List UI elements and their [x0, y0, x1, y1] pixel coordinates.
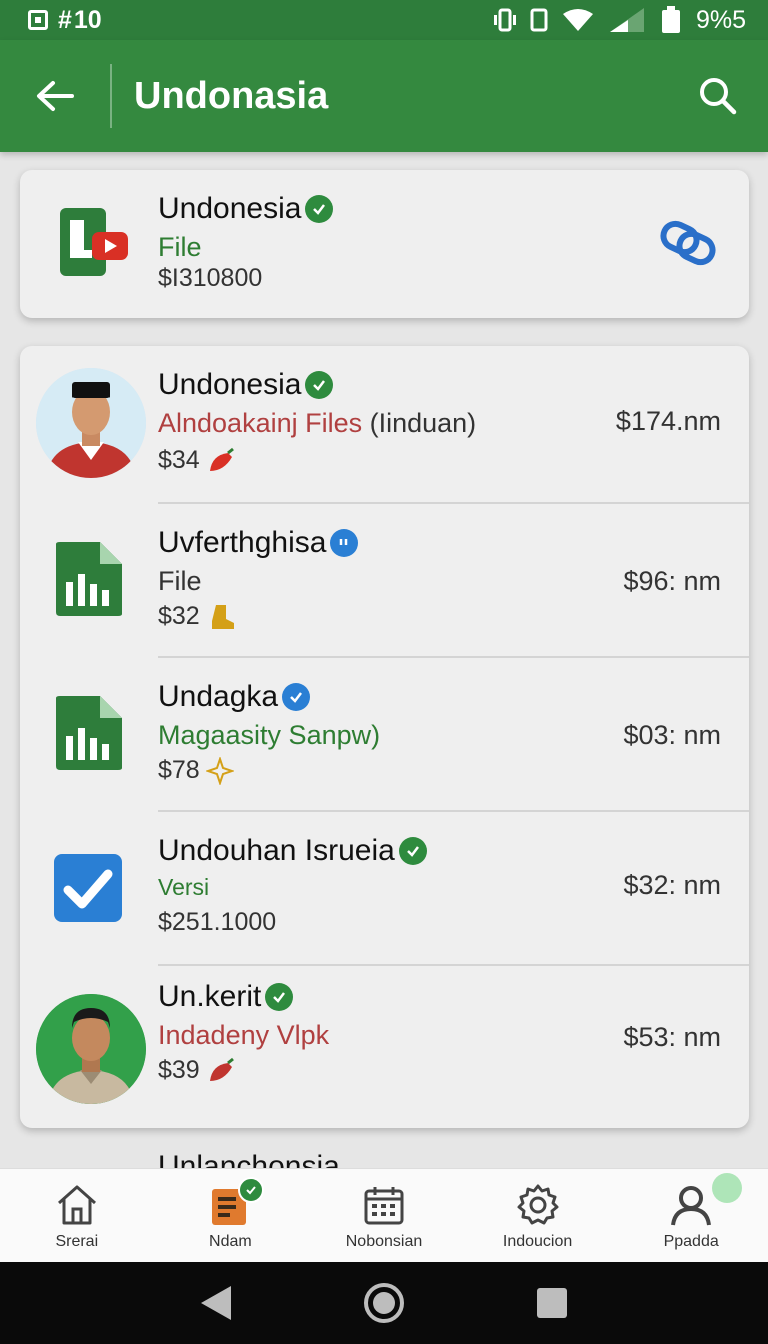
status-hash: # — [58, 5, 72, 34]
item-subtitle: Alndoakainj Files (Iinduan) — [158, 408, 477, 438]
nav-label: Nobonsian — [345, 1233, 423, 1250]
check-badge-icon — [237, 1177, 264, 1203]
gear-icon — [517, 1184, 559, 1225]
item-time: $03: nm — [623, 720, 721, 750]
item-price: $39 — [158, 1056, 236, 1085]
avatar — [36, 368, 146, 478]
phone-icon — [530, 8, 548, 32]
nav-label: Indoucion — [502, 1233, 573, 1250]
checkbox-icon — [52, 852, 124, 924]
list-item[interactable]: Undonesia Alndoakainj Files (Iinduan) $3… — [20, 346, 749, 504]
verified-icon — [282, 683, 311, 711]
verified-icon — [330, 529, 359, 557]
sparkle-icon — [205, 756, 234, 785]
item-price: $78 — [158, 756, 234, 785]
item-subtitle: File — [158, 232, 202, 262]
nav-label: Ppadda — [663, 1233, 719, 1250]
wifi-icon — [562, 9, 593, 31]
nav-label: Ndam — [209, 1233, 252, 1250]
battery-percent: 9%5 — [695, 5, 746, 34]
list-item[interactable]: Uvferthghisa File $32 $96: nm — [20, 504, 749, 658]
home-icon — [57, 1185, 96, 1225]
nav-label: Srerai — [55, 1233, 99, 1250]
item-price: $251.1000 — [158, 908, 277, 936]
recents-square-icon[interactable] — [535, 1286, 569, 1320]
verified-icon — [305, 371, 334, 399]
item-title: Undouhan Isrueia — [158, 834, 427, 868]
sheet-icon — [52, 540, 124, 618]
file-list: Undonesia Alndoakainj Files (Iinduan) $3… — [20, 346, 749, 1128]
chili-icon — [209, 447, 234, 471]
status-bar: #10 9%5 — [0, 0, 768, 40]
app-bar-divider — [110, 64, 112, 128]
notification-badge — [712, 1173, 743, 1203]
search-button[interactable] — [668, 40, 768, 152]
search-icon — [700, 78, 737, 115]
vibrate-icon — [493, 8, 516, 32]
verified-icon — [305, 195, 334, 223]
battery-icon — [661, 6, 680, 33]
item-subtitle: Magaasity Sanpw) — [158, 720, 381, 750]
arrow-left-icon — [37, 81, 74, 111]
nav-documents[interactable]: Ndam — [154, 1169, 308, 1262]
verified-icon — [265, 983, 294, 1011]
back-button[interactable] — [0, 40, 110, 152]
bottom-nav: Srerai Ndam Nobonsian Indoucion Ppadda — [0, 1168, 768, 1262]
item-title: Un.kerit — [158, 980, 294, 1014]
nav-calendar[interactable]: Nobonsian — [307, 1169, 461, 1262]
item-title: Undonesia — [158, 368, 334, 402]
item-time: $174.nm — [615, 406, 721, 436]
chili-icon — [209, 1057, 234, 1081]
back-triangle-icon[interactable] — [199, 1284, 233, 1322]
person-icon — [671, 1186, 712, 1226]
featured-card[interactable]: Undonesia File $I310800 — [20, 170, 749, 318]
item-price: $34 — [158, 446, 236, 475]
nav-settings[interactable]: Indoucion — [461, 1169, 615, 1262]
item-subtitle: File — [158, 566, 202, 596]
avatar — [36, 994, 146, 1104]
list-item[interactable]: Undagka Magaasity Sanpw) $78 $03: nm — [20, 658, 749, 812]
nav-home[interactable]: Srerai — [0, 1169, 154, 1262]
item-price: $32 — [158, 602, 236, 631]
system-nav — [0, 1262, 768, 1344]
item-time: $53: nm — [623, 1022, 721, 1052]
file-video-icon — [56, 206, 132, 282]
link-icon — [660, 220, 716, 266]
item-title: Uvferthghisa — [158, 526, 359, 560]
page-title: Undonasia — [134, 74, 329, 117]
item-subtitle: Indadeny Vlpk — [158, 1020, 330, 1050]
status-time: #10 — [58, 5, 102, 34]
item-subtitle: Versi — [158, 874, 210, 900]
signal-icon — [609, 8, 644, 32]
item-title: Undagka — [158, 680, 311, 714]
notification-icon — [28, 10, 48, 30]
list-item[interactable]: Undouhan Isrueia Versi $251.1000 $32: nm — [20, 812, 749, 966]
item-price: $I310800 — [158, 264, 263, 292]
sheet-icon — [52, 694, 124, 772]
list-item[interactable]: Un.kerit Indadeny Vlpk $39 $53: nm — [20, 966, 749, 1128]
calendar-icon — [364, 1187, 404, 1225]
nav-profile[interactable]: Ppadda — [614, 1169, 768, 1262]
link-button[interactable] — [659, 216, 719, 272]
boot-icon — [211, 604, 234, 629]
item-time: $32: nm — [623, 870, 721, 900]
app-bar: Undonasia — [0, 40, 768, 152]
verified-icon — [398, 837, 427, 865]
item-time: $96: nm — [623, 566, 721, 596]
home-circle-icon[interactable] — [363, 1282, 405, 1324]
item-title: Undonesia — [158, 192, 334, 226]
